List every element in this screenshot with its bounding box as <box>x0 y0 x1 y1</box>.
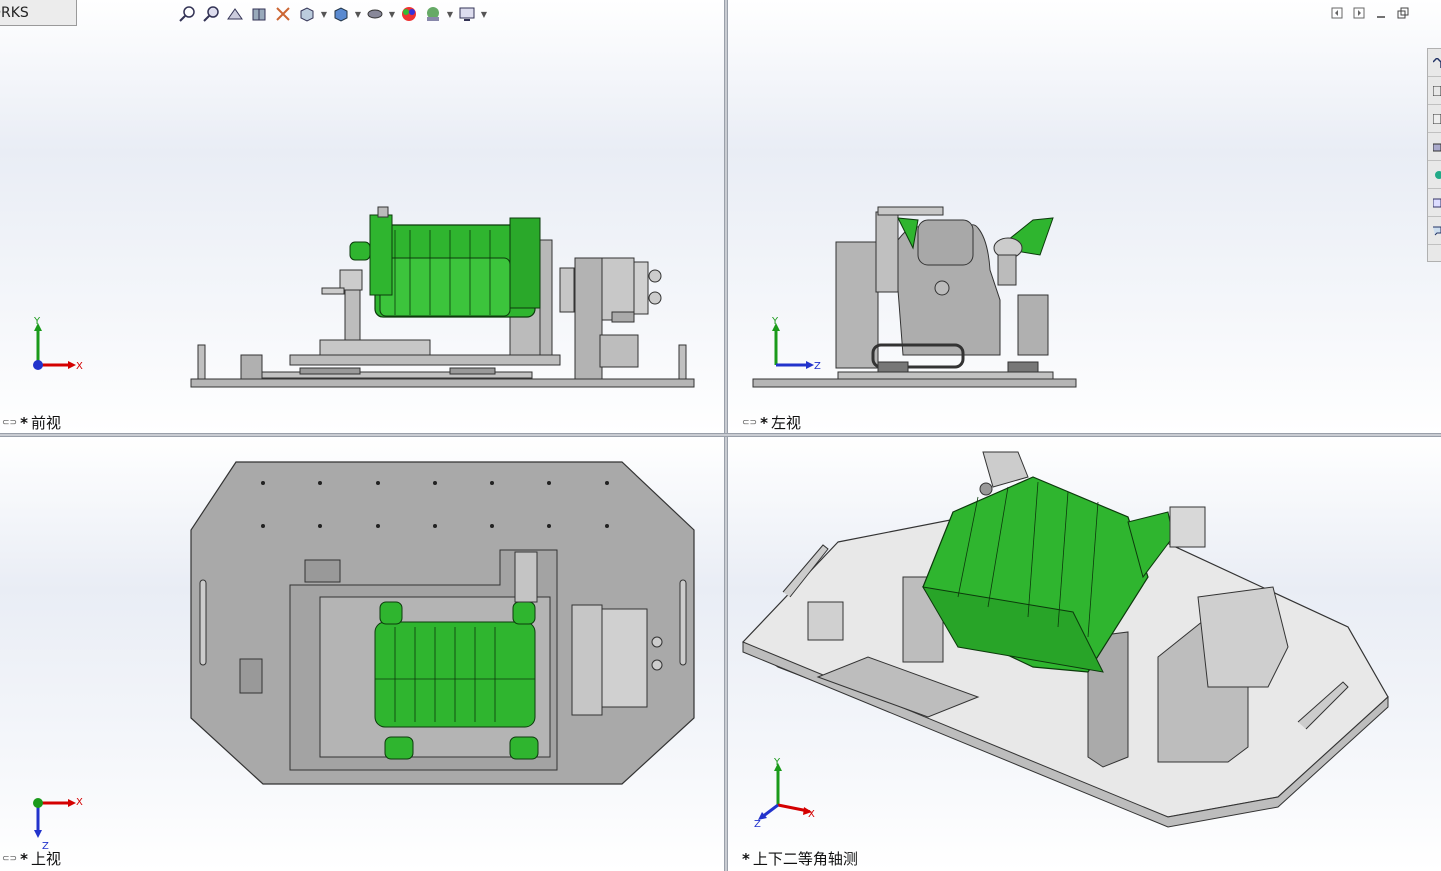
top-view-label: ⊂⊃ * 上视 <box>2 849 61 869</box>
top-view-model[interactable] <box>0 437 724 871</box>
view-palette-icon[interactable] <box>1428 161 1441 189</box>
next-viewport-icon[interactable] <box>1352 6 1366 20</box>
front-view-model[interactable] <box>0 0 724 433</box>
viewport-front[interactable]: Y X ⊂⊃*前视 ORKS MBD ▼ ▼ ▼ ▼ ▼ <box>0 0 724 433</box>
viewport-horizontal-splitter[interactable] <box>0 433 1441 437</box>
chevron-down-icon[interactable]: ▼ <box>480 4 488 24</box>
minimize-icon[interactable] <box>1374 6 1388 20</box>
design-library-icon[interactable] <box>1428 105 1441 133</box>
hide-show-icon[interactable] <box>364 4 386 24</box>
front-triad-x: X <box>76 361 83 372</box>
top-triad: X Z <box>33 797 83 852</box>
section-view-icon[interactable] <box>248 4 270 24</box>
iso-triad-y: Y <box>773 757 781 768</box>
chevron-down-icon[interactable]: ▼ <box>446 4 454 24</box>
chevron-down-icon[interactable]: ▼ <box>320 4 328 24</box>
left-triad-z: Z <box>814 361 821 372</box>
heads-up-toolbar: ▼ ▼ ▼ ▼ ▼ <box>176 4 488 24</box>
custom-properties-icon[interactable] <box>1428 217 1441 245</box>
iso-triad: Y X Z <box>754 757 815 827</box>
viewport-isometric[interactable]: Y X Z * 上下二等角轴测 <box>728 437 1441 871</box>
front-view-label: ⊂⊃ * 前视 <box>2 413 61 433</box>
viewport-left[interactable]: Y Z ⊂⊃ * 左视 <box>728 0 1441 433</box>
front-triad-y: Y <box>33 316 41 327</box>
previous-view-icon[interactable] <box>224 4 246 24</box>
link-icon: ⊂⊃ <box>742 417 758 428</box>
view-orientation-icon[interactable] <box>296 4 318 24</box>
home-icon[interactable] <box>1428 49 1441 77</box>
left-triad-y: Y <box>771 316 779 327</box>
chevron-down-icon[interactable]: ▼ <box>388 4 396 24</box>
display-style-icon[interactable] <box>330 4 352 24</box>
file-explorer-icon[interactable] <box>1428 133 1441 161</box>
dynamic-annotation-icon[interactable] <box>272 4 294 24</box>
viewport-top[interactable]: X Z ⊂⊃ * 上视 <box>0 437 724 871</box>
left-triad: Y Z <box>771 316 821 372</box>
left-view-label: ⊂⊃ * 左视 <box>742 413 801 433</box>
edit-appearance-icon[interactable] <box>398 4 420 24</box>
restore-icon[interactable] <box>1396 6 1410 20</box>
zoom-to-fit-icon[interactable] <box>176 4 198 24</box>
iso-triad-z: Z <box>754 819 761 827</box>
previous-viewport-icon[interactable] <box>1330 6 1344 20</box>
front-triad: Y X <box>33 316 83 372</box>
link-icon: ⊂⊃ <box>2 417 18 428</box>
iso-triad-x: X <box>808 809 815 820</box>
task-pane-tabs <box>1427 48 1441 262</box>
chevron-down-icon[interactable]: ▼ <box>354 4 362 24</box>
mbd-tab[interactable]: ORKS MBD <box>0 0 77 26</box>
zoom-to-area-icon[interactable] <box>200 4 222 24</box>
iso-view-label: * 上下二等角轴测 <box>742 849 858 869</box>
top-triad-x: X <box>76 797 83 808</box>
apply-scene-icon[interactable] <box>422 4 444 24</box>
view-settings-icon[interactable] <box>456 4 478 24</box>
viewport-window-controls <box>1330 6 1410 20</box>
appearances-icon[interactable] <box>1428 189 1441 217</box>
link-icon: ⊂⊃ <box>2 853 18 864</box>
resources-icon[interactable] <box>1428 77 1441 105</box>
